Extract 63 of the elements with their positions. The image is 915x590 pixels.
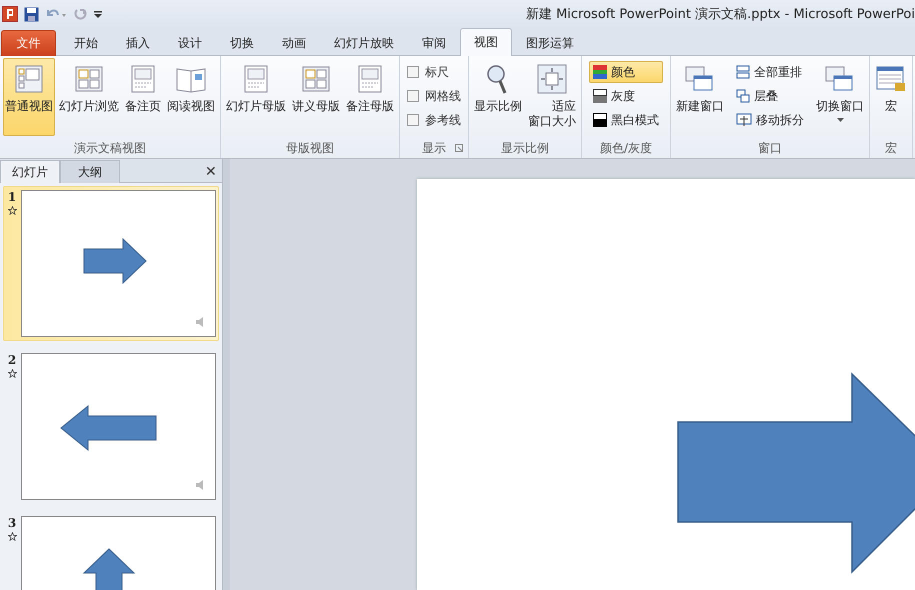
ribbon-button[interactable]: 幻灯片母版 [224, 58, 288, 136]
slide-row[interactable]: 1 [3, 186, 219, 341]
window-title: 新建 Microsoft PowerPoint 演示文稿.pptx - Microsoft PowerPoi [526, 6, 915, 23]
fit-icon [536, 63, 568, 95]
ribbon-tab[interactable]: 幻灯片放映 [320, 30, 408, 56]
group-label: 窗口 [758, 140, 782, 156]
star-icon [8, 206, 16, 215]
ribbon-tab[interactable]: 图形运算 [512, 30, 588, 56]
slide-number: 3 [8, 516, 16, 530]
ribbon-button[interactable]: 备注母版 [344, 58, 396, 136]
ribbon-tab[interactable]: 动画 [268, 30, 320, 56]
ribbon-button[interactable]: 适应 窗口大小 [526, 58, 578, 136]
ribbon-button[interactable]: 层叠 [732, 85, 808, 107]
grayscale-icon [593, 89, 607, 103]
close-button[interactable]: ✕ [200, 159, 222, 182]
ribbon-button[interactable]: 灰度 [589, 85, 663, 107]
ribbon-tab[interactable]: 切换 [216, 30, 268, 56]
ribbon-button[interactable]: 新建窗口 [674, 58, 726, 136]
ribbon-button[interactable]: 颜色 [589, 61, 663, 83]
ribbon-button[interactable]: 宏 [873, 58, 909, 136]
ribbon-button[interactable]: 阅读视图 [165, 58, 217, 136]
ribbon-tab[interactable]: 插入 [112, 30, 164, 56]
ribbon-tab[interactable]: 视图 [460, 28, 512, 56]
ribbon-button[interactable]: 幻灯片浏览 [57, 58, 121, 136]
app-icon [2, 6, 18, 22]
ribbon-button[interactable]: 黑白模式 [589, 109, 663, 131]
checkbox[interactable]: 标尺 [407, 61, 461, 83]
palette-icon [593, 65, 607, 79]
slide-row[interactable]: 2 [3, 349, 219, 504]
ribbon-button[interactable]: 讲义母版 [290, 58, 342, 136]
checkbox[interactable]: 参考线 [407, 109, 461, 131]
slide-number: 1 [8, 190, 16, 204]
star-icon [8, 532, 16, 541]
ribbon-button[interactable]: 普通视图 [3, 58, 55, 136]
ribbon-button[interactable]: 全部重排 [732, 61, 808, 83]
slide-row[interactable]: 3 [3, 512, 219, 590]
ribbon-tab[interactable]: 开始 [60, 30, 112, 56]
group-label: 显示比例 [501, 140, 549, 156]
ribbon-button[interactable]: 移动拆分 [732, 109, 808, 131]
cascade-icon [736, 89, 750, 103]
file-tab[interactable]: 文件 [1, 30, 56, 56]
arrange-icon [736, 65, 750, 79]
group-label: 显示 [422, 140, 446, 156]
ribbon-button[interactable]: 切换窗口 [814, 58, 866, 136]
layout-icon [13, 63, 45, 95]
split-icon [736, 113, 752, 127]
star-icon [8, 369, 16, 378]
ribbon-tab[interactable]: 审阅 [408, 30, 460, 56]
group-label: 演示文稿视图 [74, 140, 146, 156]
slide-number: 2 [8, 353, 16, 367]
ribbon-tab[interactable]: 设计 [164, 30, 216, 56]
pane-tab[interactable]: 幻灯片 [0, 160, 60, 183]
save-icon[interactable] [24, 6, 39, 22]
ribbon-button[interactable]: 备注页 [123, 58, 163, 136]
dialog-launcher-icon[interactable] [455, 144, 463, 152]
group-label: 宏 [885, 140, 897, 156]
group-label: 颜色/灰度 [600, 140, 652, 156]
redo-icon[interactable] [73, 7, 87, 21]
ribbon-button[interactable]: 显示比例 [472, 58, 524, 136]
monochrome-icon [593, 113, 607, 127]
checkbox[interactable]: 网格线 [407, 85, 461, 107]
group-label: 母版视图 [286, 140, 334, 156]
pane-tab[interactable]: 大纲 [60, 160, 120, 183]
